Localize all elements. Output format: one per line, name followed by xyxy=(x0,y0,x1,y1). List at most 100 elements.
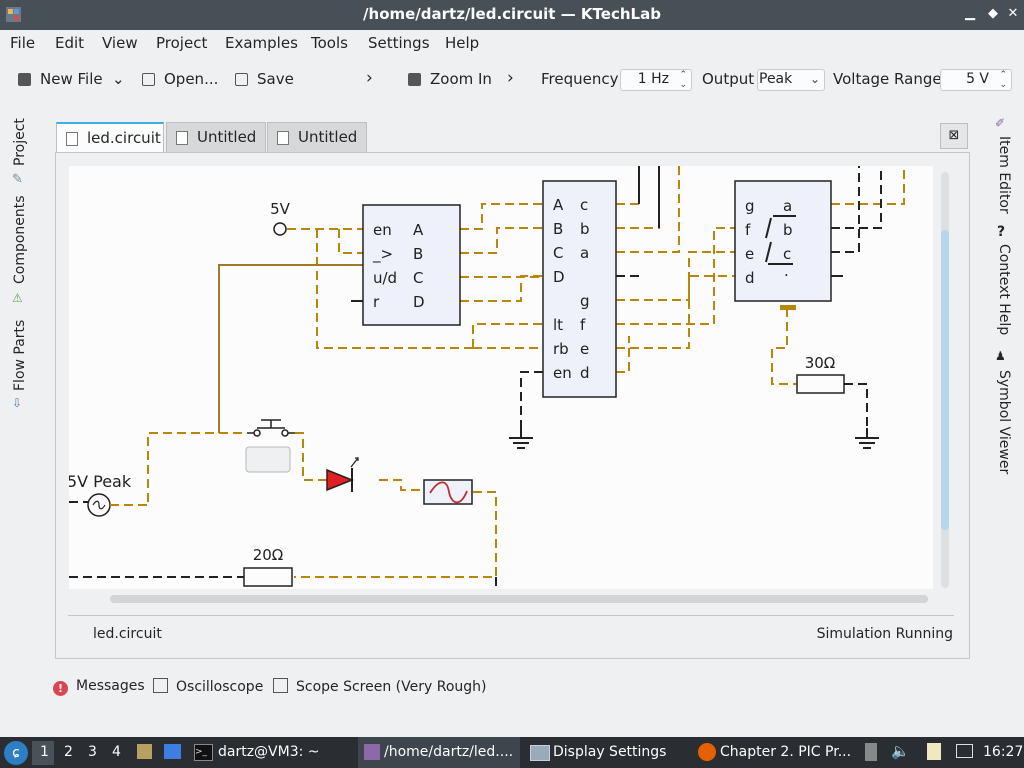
wire[interactable] xyxy=(616,166,640,205)
network-icon[interactable] xyxy=(956,744,973,758)
desktop-1[interactable]: 1 xyxy=(40,744,49,760)
desktop-4[interactable]: 4 xyxy=(112,744,121,760)
open-label: Open... xyxy=(164,70,219,88)
save-button[interactable]: Save xyxy=(235,70,294,88)
menu-file[interactable]: File xyxy=(10,34,35,52)
menu-project[interactable]: Project xyxy=(156,34,207,52)
show-desktop-icon[interactable] xyxy=(164,744,181,759)
wire[interactable] xyxy=(616,166,660,229)
circuit-schematic[interactable]: 5V en _> u/d r A B C D A B C D lt rb en … xyxy=(69,166,933,589)
sidebar-tab-project[interactable]: Project xyxy=(12,118,28,166)
frequency-spinbox[interactable]: 1 Hz ⌃ ⌄ xyxy=(620,69,692,91)
close-tab-icon[interactable]: ⊠ xyxy=(940,123,968,149)
wire[interactable] xyxy=(616,336,630,373)
wire[interactable] xyxy=(831,166,882,229)
decoder-pin-label: rb xyxy=(553,340,569,358)
oscilloscope-tab[interactable]: Oscilloscope xyxy=(153,678,263,695)
voltage-range-spinbox[interactable]: 5 V ⌃ ⌄ xyxy=(940,69,1012,91)
task-terminal[interactable]: dartz@VM3: ~ xyxy=(218,744,320,760)
sidebar-tab-context-help[interactable]: Context Help xyxy=(996,244,1012,335)
push-button-switch[interactable] xyxy=(247,419,295,437)
wire[interactable] xyxy=(460,275,543,302)
tab-led-circuit[interactable]: led.circuit xyxy=(56,122,164,152)
scrollbar-thumb[interactable] xyxy=(941,230,949,530)
zoom-in-label: Zoom In xyxy=(430,70,492,88)
firefox-icon xyxy=(698,743,716,761)
toolbar-overflow-2-icon[interactable]: › xyxy=(507,68,514,88)
horizontal-scrollbar[interactable] xyxy=(110,595,928,603)
led-diode-icon[interactable] xyxy=(326,468,355,492)
task-ktechlab[interactable]: /home/dartz/led.... xyxy=(384,744,513,760)
sidebar-tab-item-editor[interactable]: Item Editor xyxy=(996,136,1012,214)
vcc-terminal-icon[interactable] xyxy=(273,222,287,236)
wire[interactable] xyxy=(831,166,905,205)
new-file-button[interactable]: New File xyxy=(18,70,103,88)
sidebar-tab-flow-parts[interactable]: Flow Parts xyxy=(12,320,28,391)
spin-arrows-icon[interactable]: ⌃ ⌄ xyxy=(999,70,1007,90)
file-manager-icon[interactable] xyxy=(137,744,152,759)
circuit-file-icon xyxy=(66,132,78,146)
wire[interactable] xyxy=(147,432,247,502)
sidebar-tab-symbol-viewer[interactable]: Symbol Viewer xyxy=(996,370,1012,474)
minimize-icon[interactable]: ▁ xyxy=(962,6,978,22)
wire[interactable] xyxy=(379,479,421,491)
clock[interactable]: 16:27 xyxy=(983,744,1023,760)
scope-screen-tab[interactable]: Scope Screen (Very Rough) xyxy=(273,678,487,695)
voltage-range-value: 5 V xyxy=(966,71,989,87)
decoder-pin-label: f xyxy=(580,316,586,334)
open-button[interactable]: Open... xyxy=(142,70,218,88)
menu-settings[interactable]: Settings xyxy=(368,34,430,52)
ground-wire[interactable] xyxy=(520,371,543,428)
push-button-control[interactable] xyxy=(245,446,291,473)
messages-tab[interactable]: ! Messages xyxy=(53,678,145,696)
wire[interactable] xyxy=(338,229,363,254)
app-launcher-icon[interactable]: ɕ xyxy=(4,741,28,765)
storage-icon[interactable] xyxy=(865,743,877,761)
sidebar-tab-components[interactable]: Components xyxy=(12,195,28,284)
resistor-30-ohm[interactable] xyxy=(796,374,845,394)
vertical-scrollbar[interactable] xyxy=(941,172,949,588)
circuit-canvas[interactable]: 5V en _> u/d r A B C D A B C D lt rb en … xyxy=(69,166,933,589)
desktop-2[interactable]: 2 xyxy=(64,744,73,760)
wire[interactable] xyxy=(295,432,331,481)
tab-untitled-2[interactable]: Untitled xyxy=(267,122,367,152)
menu-view[interactable]: View xyxy=(102,34,138,52)
frequency-label: Frequency xyxy=(541,70,619,88)
wire[interactable] xyxy=(460,227,543,254)
plus-icon xyxy=(18,73,31,86)
menu-edit[interactable]: Edit xyxy=(55,34,84,52)
task-display-settings[interactable]: Display Settings xyxy=(553,744,666,760)
ground-wire[interactable] xyxy=(844,383,868,428)
oscilloscope-icon xyxy=(153,678,168,693)
wire[interactable] xyxy=(460,203,543,230)
menu-help[interactable]: Help xyxy=(445,34,479,52)
tab-untitled-1-label: Untitled xyxy=(197,128,257,146)
title-bar: /home/dartz/led.circuit — KTechLab ▁ ◆ ✕ xyxy=(0,0,1024,30)
document-icon xyxy=(277,131,289,145)
volume-icon[interactable]: 🔈 xyxy=(891,742,910,760)
tab-untitled-1[interactable]: Untitled xyxy=(166,122,266,152)
wire[interactable] xyxy=(771,308,797,385)
decoder-pin-label: D xyxy=(553,268,565,286)
resistor-30-label: 30Ω xyxy=(805,354,836,372)
menu-examples[interactable]: Examples xyxy=(225,34,298,52)
resistor-20-ohm[interactable] xyxy=(243,567,293,587)
close-icon[interactable]: ✕ xyxy=(1005,6,1021,22)
clipboard-icon[interactable] xyxy=(927,743,941,760)
task-firefox[interactable]: Chapter 2. PIC Pr... xyxy=(720,744,851,760)
zoom-in-button[interactable]: Zoom In xyxy=(408,70,492,88)
wire[interactable] xyxy=(616,166,680,253)
spin-arrows-icon[interactable]: ⌃ ⌄ xyxy=(679,70,687,90)
new-file-dropdown-icon[interactable]: ⌄ xyxy=(112,70,125,88)
counter-pin-label: en xyxy=(373,221,392,239)
desktop-3[interactable]: 3 xyxy=(88,744,97,760)
sidebar-tab-project-label: Project xyxy=(12,118,28,166)
wire[interactable] xyxy=(616,275,735,301)
menu-tools[interactable]: Tools xyxy=(311,34,348,52)
wire[interactable] xyxy=(472,323,543,348)
output-select[interactable]: Peak ⌄ xyxy=(757,69,825,91)
maximize-icon[interactable]: ◆ xyxy=(985,6,1001,22)
output-label: Output xyxy=(702,70,755,88)
wire[interactable] xyxy=(831,166,860,253)
toolbar-overflow-1-icon[interactable]: › xyxy=(366,68,373,88)
